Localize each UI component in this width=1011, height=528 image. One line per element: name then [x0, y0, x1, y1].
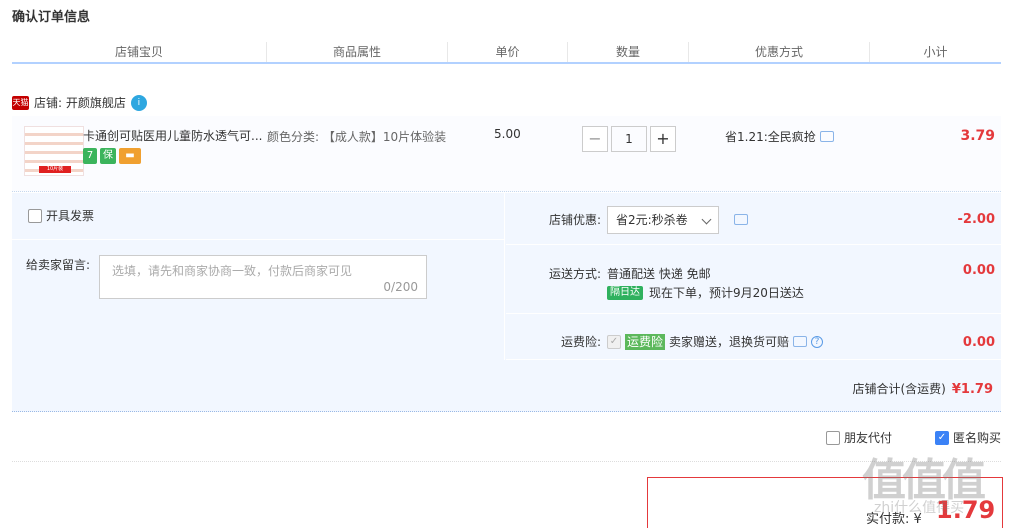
- order-item-row: 10片装 卡通创可贴医用儿童防水透气可... 7 保 ▬ 颜色分类: 【成人款】…: [12, 116, 1001, 192]
- store-coupon-value: 省2元:秒杀卷: [616, 213, 688, 227]
- thumbnail-label: 10片装: [39, 166, 71, 173]
- invoice-label: 开具发票: [46, 209, 95, 223]
- shipping-method: 普通配送 快递 免邮: [607, 267, 711, 281]
- left-divider: [12, 239, 505, 240]
- freight-insurance-row: 运费险: ✓ 运费险 卖家赠送，退换货可赔 ? 0.00: [506, 315, 1001, 360]
- seller-message-label: 给卖家留言:: [26, 258, 91, 272]
- comment-icon[interactable]: [734, 214, 748, 225]
- wangwang-chat-icon[interactable]: i: [130, 94, 147, 111]
- page-title: 确认订单信息: [12, 10, 91, 25]
- shipping-row: 运送方式: 普通配送 快递 免邮 隔日达 现在下单，预计9月20日送达 0.00: [506, 246, 1001, 314]
- message-char-count: 0/200: [383, 280, 418, 294]
- quantity-input[interactable]: 1: [611, 126, 647, 152]
- comment-icon[interactable]: [793, 336, 808, 347]
- order-table-header: 店铺宝贝 商品属性 单价 数量 优惠方式 小计: [12, 42, 1001, 64]
- shop-total-amount: ¥1.79: [951, 382, 993, 397]
- freight-insurance-option: ✓ 运费险 卖家赠送，退换货可赔 ?: [607, 333, 824, 350]
- product-thumbnail[interactable]: 10片装: [24, 126, 84, 176]
- shop-total: 店铺合计(含运费) ¥1.79: [853, 380, 994, 397]
- chevron-down-icon: [701, 214, 712, 225]
- col-header-attr: 商品属性: [267, 42, 448, 62]
- invoice-option[interactable]: 开具发票: [28, 207, 94, 224]
- freight-insurance-text: 卖家赠送，退换货可赔: [669, 335, 790, 349]
- discount-method: 省1.21:全民疯抢: [725, 128, 834, 145]
- anonymous-checkbox[interactable]: ✓: [935, 430, 949, 445]
- store-coupon-label: 店铺优惠:: [548, 213, 601, 227]
- service-icons: 7 保 ▬: [83, 148, 141, 164]
- store-coupon-amount: -2.00: [957, 212, 995, 227]
- freight-insurance-amount: 0.00: [962, 335, 995, 350]
- shipping-amount: 0.00: [962, 263, 995, 278]
- col-header-item: 店铺宝贝: [12, 42, 267, 62]
- message-placeholder: 选填，请先和商家协商一致，付款后商家可见: [112, 264, 353, 278]
- discount-text: 省1.21:全民疯抢: [725, 130, 816, 144]
- invoice-checkbox[interactable]: [28, 208, 42, 223]
- shop-row: 天猫 店铺: 开颜旗舰店 i: [12, 94, 147, 111]
- quantity-stepper: − 1 +: [582, 126, 676, 152]
- quantity-plus-button[interactable]: +: [650, 126, 676, 152]
- col-header-price: 单价: [448, 42, 568, 62]
- shop-name[interactable]: 店铺: 开颜旗舰店: [34, 94, 126, 111]
- product-title[interactable]: 卡通创可贴医用儿童防水透气可...: [83, 127, 268, 144]
- seller-message-input[interactable]: 选填，请先和商家协商一致，付款后商家可见 0/200: [99, 255, 427, 299]
- bottom-divider: [12, 461, 1001, 462]
- shipping-eta-text: 现在下单，预计9月20日送达: [649, 286, 804, 300]
- seven-day-return-icon[interactable]: 7: [83, 148, 97, 164]
- credit-card-icon[interactable]: ▬: [119, 148, 141, 164]
- guarantee-icon[interactable]: 保: [100, 148, 116, 164]
- help-icon[interactable]: ?: [811, 335, 824, 348]
- watermark-subtext: zhi什么值得买: [874, 500, 965, 516]
- col-header-subtotal: 小计: [923, 45, 948, 59]
- freight-insurance-tag: 运费险: [625, 333, 666, 350]
- unit-price: 5.00: [494, 127, 521, 141]
- quantity-minus-button[interactable]: −: [582, 126, 608, 152]
- friend-pay-checkbox[interactable]: [826, 430, 840, 445]
- store-coupon-select[interactable]: 省2元:秒杀卷: [607, 206, 719, 234]
- freight-insurance-checkbox: ✓: [607, 334, 621, 349]
- col-header-discount: 优惠方式: [689, 42, 870, 62]
- shipping-label: 运送方式:: [548, 267, 601, 281]
- tmall-icon: 天猫: [12, 95, 29, 110]
- order-options-panel: 开具发票 给卖家留言: 选填，请先和商家协商一致，付款后商家可见 0/200 店…: [12, 193, 1001, 412]
- col-header-qty: 数量: [568, 42, 689, 62]
- shipping-eta: 隔日达 现在下单，预计9月20日送达: [607, 284, 804, 301]
- next-day-badge: 隔日达: [607, 285, 643, 300]
- comment-icon[interactable]: [819, 131, 834, 142]
- store-coupon-row: 店铺优惠: 省2元:秒杀卷 -2.00: [506, 193, 1001, 245]
- freight-insurance-label: 运费险:: [560, 335, 601, 349]
- item-subtotal: 3.79: [960, 128, 995, 144]
- shop-total-label: 店铺合计(含运费): [852, 382, 946, 396]
- product-attribute: 颜色分类: 【成人款】10片体验装: [267, 130, 447, 144]
